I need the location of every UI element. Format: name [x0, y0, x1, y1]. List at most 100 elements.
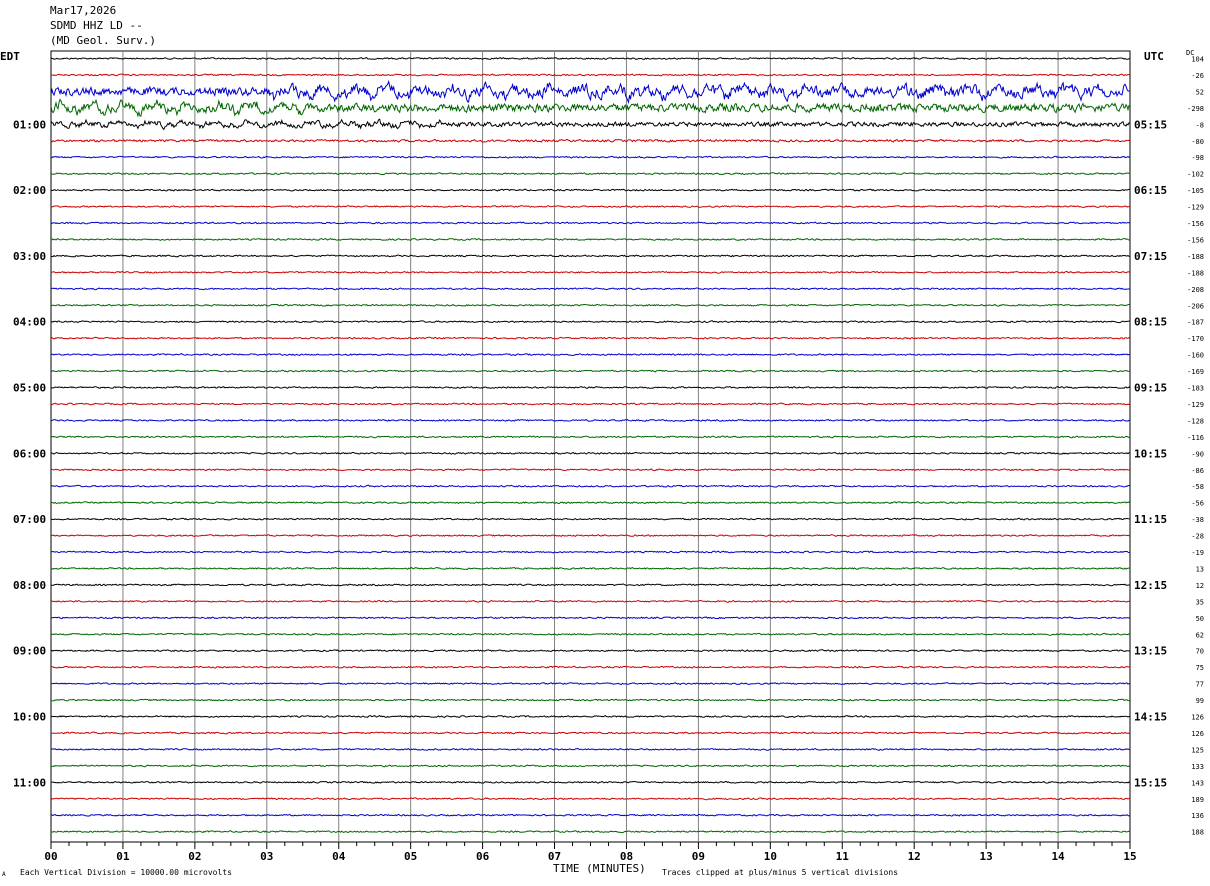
dc-offset-label: -98 [1191, 154, 1204, 162]
seismic-trace [50, 287, 1131, 291]
dc-offset-label: 126 [1191, 730, 1204, 738]
seismic-trace [50, 682, 1131, 685]
seismic-trace [50, 336, 1131, 340]
dc-offset-label: -86 [1191, 467, 1204, 475]
dc-offset-label: -105 [1187, 187, 1204, 195]
dc-offset-label: -188 [1187, 253, 1204, 261]
x-tick-label: 13 [980, 850, 993, 863]
footer-scale-note: Each Vertical Division = 10000.00 microv… [20, 868, 232, 877]
helicorder-plot: 00 01 02 03 04 05 06 07 08 09 10 11 12 13 14 1501:0002:… [13, 50, 1204, 863]
seismic-trace [50, 270, 1131, 274]
seismic-trace [51, 237, 1130, 241]
dc-offset-label: -28 [1191, 533, 1204, 541]
seismic-trace [50, 205, 1131, 208]
dc-offset-label: 188 [1191, 829, 1204, 837]
left-hour-label: 04:00 [13, 316, 46, 329]
right-hour-label: 07:15 [1134, 250, 1167, 263]
x-tick-label: 03 [260, 850, 273, 863]
seismic-trace [50, 402, 1131, 406]
dc-offset-label: 77 [1196, 681, 1204, 689]
seismic-trace [50, 221, 1131, 225]
x-tick-label: 10 [764, 850, 777, 863]
seismic-trace [50, 813, 1131, 817]
right-hour-label: 12:15 [1134, 579, 1167, 592]
dc-offset-label: -208 [1187, 286, 1204, 294]
right-hour-label: 08:15 [1134, 316, 1167, 329]
x-tick-label: 02 [188, 850, 201, 863]
seismic-trace [50, 320, 1131, 324]
dc-offset-label: 104 [1191, 56, 1204, 64]
right-hour-label: 09:15 [1134, 382, 1167, 395]
x-tick-label: 15 [1123, 850, 1136, 863]
dc-offset-label: 70 [1196, 648, 1204, 656]
right-hour-label: 13:15 [1134, 645, 1167, 658]
x-tick-label: 12 [908, 850, 921, 863]
right-hour-label: 11:15 [1134, 513, 1167, 526]
dc-offset-label: -183 [1187, 385, 1204, 393]
seismic-trace [50, 484, 1131, 488]
dc-offset-label: 62 [1196, 631, 1204, 639]
dc-offset-label: 99 [1196, 697, 1204, 705]
dc-offset-label: -170 [1187, 335, 1204, 343]
left-hour-label: 07:00 [13, 513, 46, 526]
seismic-trace [50, 369, 1131, 373]
right-hour-label: 14:15 [1134, 711, 1167, 724]
seismic-trace [50, 599, 1131, 603]
dc-offset-label: 52 [1196, 88, 1204, 96]
seismic-trace [50, 550, 1131, 554]
dc-offset-label: 136 [1191, 812, 1204, 820]
corner-mark: A [2, 871, 6, 878]
seismic-trace [50, 517, 1131, 521]
plot-frame [50, 50, 1131, 843]
right-hour-label: 15:15 [1134, 776, 1167, 789]
seismic-trace [50, 451, 1130, 455]
dc-offset-label: -298 [1187, 105, 1204, 113]
x-tick-label: 04 [332, 850, 346, 863]
dc-offset-label: -56 [1191, 500, 1204, 508]
dc-offset-label: 75 [1196, 664, 1204, 672]
dc-offset-label: -90 [1191, 450, 1204, 458]
dc-offset-label: 133 [1191, 763, 1204, 771]
seismic-trace [50, 386, 1131, 389]
seismic-trace [50, 747, 1131, 751]
dc-offset-label: -129 [1187, 204, 1204, 212]
footer-clip-note: Traces clipped at plus/minus 5 vertical … [662, 868, 899, 877]
dc-offset-label: -206 [1187, 302, 1204, 310]
left-hour-label: 09:00 [13, 645, 46, 658]
right-hour-label: 05:15 [1134, 118, 1167, 131]
seismic-trace [50, 57, 1131, 60]
seismic-trace [51, 698, 1131, 702]
seismic-trace [50, 98, 1131, 118]
left-hour-label: 10:00 [13, 711, 46, 724]
x-tick-label: 06 [476, 850, 490, 863]
left-hour-label: 06:00 [13, 447, 46, 460]
x-tick-label: 00 [44, 850, 57, 863]
seismic-trace [50, 79, 1130, 105]
dc-offset-label: -38 [1191, 516, 1204, 524]
dc-offset-label: -102 [1187, 171, 1204, 179]
dc-offset-label: 125 [1191, 746, 1204, 754]
dc-offset-label: -188 [1187, 269, 1204, 277]
seismic-trace [50, 715, 1131, 718]
seismic-trace [50, 73, 1131, 77]
seismic-trace [50, 118, 1131, 131]
dc-offset-label: 189 [1191, 796, 1204, 804]
seismic-trace [50, 632, 1131, 636]
dc-offset-label: -58 [1191, 483, 1204, 491]
dc-offset-label: -160 [1187, 352, 1204, 360]
dc-offset-label: -128 [1187, 417, 1204, 425]
seismic-trace [50, 780, 1131, 784]
seismic-trace [50, 155, 1131, 159]
seismic-trace [50, 566, 1130, 570]
dc-offset-label: -187 [1187, 319, 1204, 327]
dc-offset-label: 13 [1196, 565, 1204, 573]
left-hour-label: 05:00 [13, 382, 46, 395]
seismic-trace [50, 172, 1131, 176]
dc-offset-label: -169 [1187, 368, 1204, 376]
dc-offset-label: 35 [1196, 598, 1204, 606]
seismic-trace [50, 731, 1131, 735]
dc-offset-label: -8 [1196, 121, 1204, 129]
dc-offset-label: -116 [1187, 434, 1204, 442]
dc-offset-label: 12 [1196, 582, 1204, 590]
left-hour-label: 02:00 [13, 184, 46, 197]
